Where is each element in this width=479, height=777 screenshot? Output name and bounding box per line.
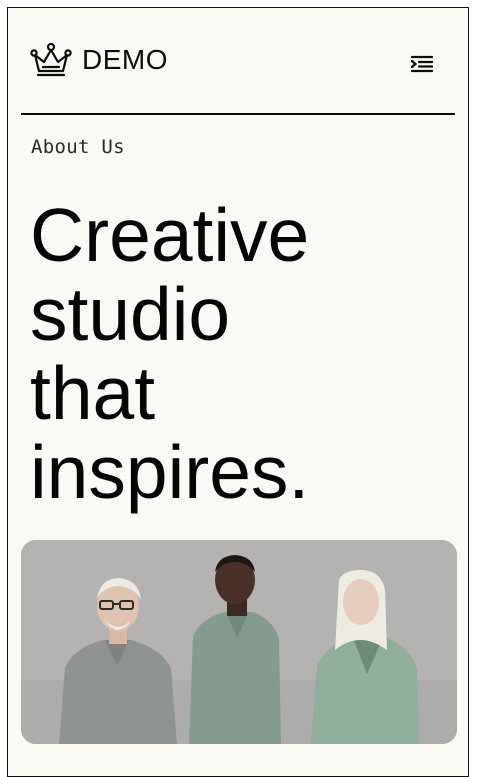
- brand-logo-link[interactable]: DEMO: [30, 42, 168, 78]
- menu-button[interactable]: [410, 54, 434, 74]
- team-photo: [21, 540, 457, 744]
- headline-line: Creative: [30, 193, 310, 277]
- crown-icon: [30, 42, 72, 77]
- site-header: DEMO: [8, 8, 468, 114]
- hero-headline: Creative studio that inspires.: [30, 196, 309, 512]
- header-divider: [21, 113, 455, 115]
- headline-line: inspires.: [30, 430, 310, 514]
- section-eyebrow: About Us: [31, 136, 125, 158]
- team-photo-illustration: [21, 540, 457, 744]
- headline-line: studio: [30, 272, 231, 356]
- menu-indent-icon: [410, 55, 434, 73]
- brand-name: DEMO: [82, 44, 168, 75]
- headline-line: that: [30, 351, 156, 435]
- page-frame: DEMO About Us Creative studio that inspi…: [7, 7, 469, 777]
